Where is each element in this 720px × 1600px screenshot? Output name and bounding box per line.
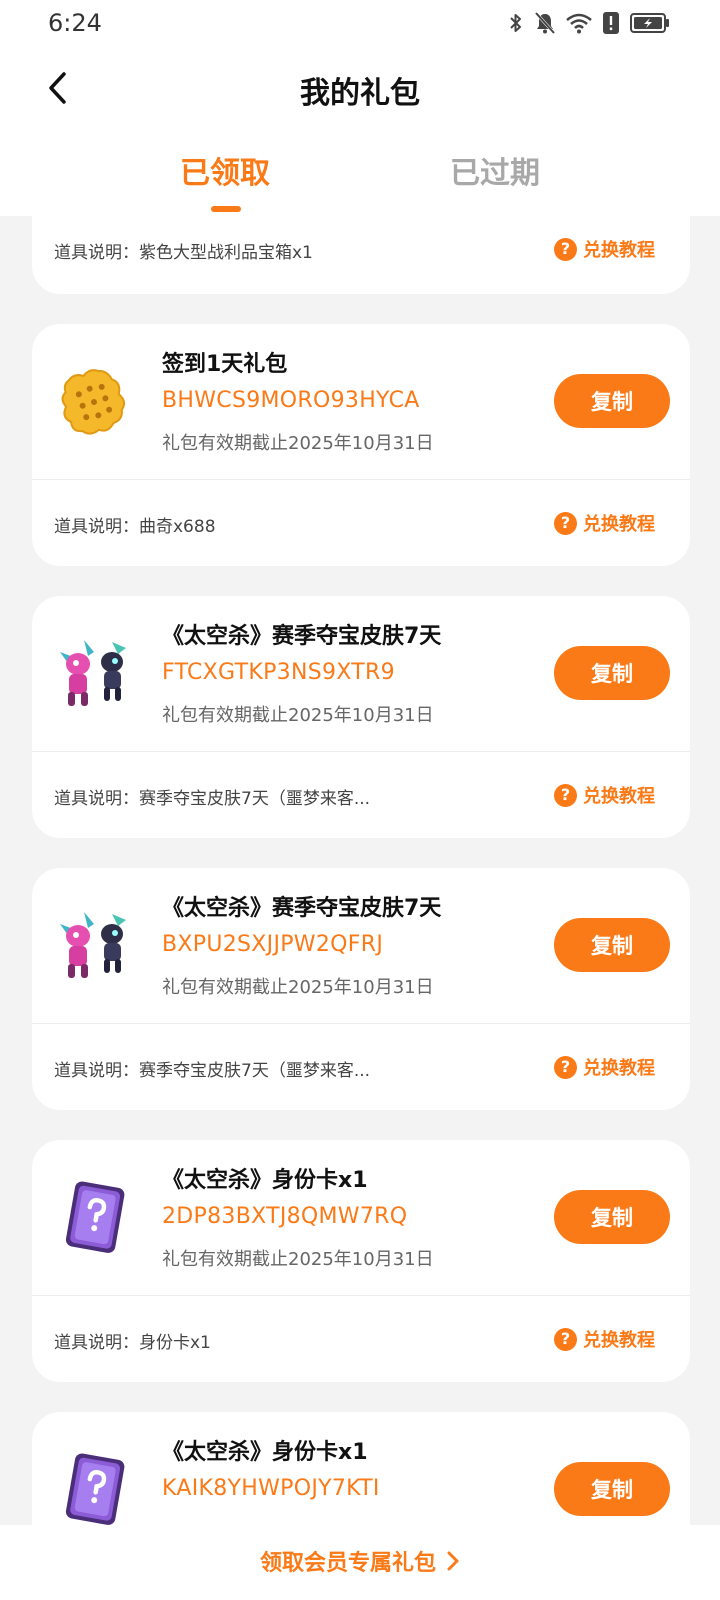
gift-card-partial: 道具说明：紫色大型战利品宝箱x1 ? 兑换教程 bbox=[32, 216, 690, 294]
item-description: 道具说明：曲奇x688 bbox=[54, 512, 216, 537]
help-icon: ? bbox=[554, 237, 577, 261]
item-description-label: 道具说明： bbox=[54, 517, 139, 537]
gift-card: 《太空杀》赛季夺宝皮肤7天 BXPU2SXJJPW2QFRJ 礼包有效期截止20… bbox=[32, 868, 690, 1110]
card-footer: 道具说明：紫色大型战利品宝箱x1 ? 兑换教程 bbox=[32, 216, 690, 294]
gift-title: 《太空杀》身份卡x1 bbox=[162, 1168, 368, 1193]
item-description-label: 道具说明： bbox=[54, 1333, 139, 1353]
gift-card: 签到1天礼包 BHWCS9MORO93HYCA 礼包有效期截止2025年10月3… bbox=[32, 324, 690, 566]
copy-button[interactable]: 复制 bbox=[554, 374, 670, 428]
tab-received[interactable]: 已领取 bbox=[125, 148, 325, 192]
gift-card: 《太空杀》身份卡x1 KAIK8YHWPOJY7KTI 复制 bbox=[32, 1412, 690, 1525]
card-footer: 道具说明：赛季夺宝皮肤7天（噩梦来客... ? 兑换教程 bbox=[32, 1024, 690, 1112]
item-description-value: 身份卡x1 bbox=[139, 1333, 211, 1353]
item-description-value: 紫色大型战利品宝箱x1 bbox=[139, 243, 313, 263]
battery-charging-icon bbox=[630, 13, 669, 33]
help-icon: ? bbox=[554, 1327, 577, 1351]
item-description: 道具说明：紫色大型战利品宝箱x1 bbox=[54, 238, 313, 263]
status-icons bbox=[508, 10, 670, 36]
active-tab-indicator bbox=[211, 206, 241, 212]
redeem-tutorial-link[interactable]: ? 兑换教程 bbox=[554, 509, 655, 537]
item-description-label: 道具说明： bbox=[54, 789, 139, 809]
gift-card: 《太空杀》赛季夺宝皮肤7天 FTCXGTKP3NS9XTR9 礼包有效期截止20… bbox=[32, 596, 690, 838]
vip-gift-link[interactable]: 领取会员专属礼包 bbox=[0, 1545, 720, 1577]
gift-code: 2DP83BXTJ8QMW7RQ bbox=[162, 1204, 408, 1229]
help-icon: ? bbox=[554, 1055, 577, 1079]
page-title: 我的礼包 bbox=[300, 76, 420, 111]
redeem-tutorial-label: 兑换教程 bbox=[583, 514, 655, 535]
redeem-tutorial-link[interactable]: ? 兑换教程 bbox=[554, 781, 655, 809]
gift-card: 《太空杀》身份卡x1 2DP83BXTJ8QMW7RQ 礼包有效期截止2025年… bbox=[32, 1140, 690, 1382]
top-bar: 我的礼包 bbox=[0, 56, 720, 120]
gift-validity: 礼包有效期截止2025年10月31日 bbox=[162, 705, 434, 726]
item-description: 道具说明：赛季夺宝皮肤7天（噩梦来客... bbox=[54, 784, 370, 809]
help-icon: ? bbox=[554, 511, 577, 535]
card-main: 《太空杀》身份卡x1 KAIK8YHWPOJY7KTI 复制 bbox=[32, 1412, 690, 1525]
gift-code: KAIK8YHWPOJY7KTI bbox=[162, 1476, 380, 1501]
redeem-tutorial-link[interactable]: ? 兑换教程 bbox=[554, 1053, 655, 1081]
bottom-bar: 领取会员专属礼包 bbox=[0, 1525, 720, 1600]
gift-title: 签到1天礼包 bbox=[162, 352, 288, 377]
skin-characters-icon bbox=[54, 634, 134, 714]
gift-code: FTCXGTKP3NS9XTR9 bbox=[162, 660, 395, 685]
gift-list[interactable]: 道具说明：紫色大型战利品宝箱x1 ? 兑换教程 签到1天礼包 BHWCS9MOR… bbox=[0, 216, 720, 1525]
gift-code: BXPU2SXJJPW2QFRJ bbox=[162, 932, 384, 957]
redeem-tutorial-link[interactable]: ? 兑换教程 bbox=[554, 1325, 655, 1353]
card-main: 《太空杀》身份卡x1 2DP83BXTJ8QMW7RQ 礼包有效期截止2025年… bbox=[32, 1140, 690, 1296]
item-description-value: 曲奇x688 bbox=[139, 517, 216, 537]
copy-button[interactable]: 复制 bbox=[554, 918, 670, 972]
cookie-icon bbox=[54, 362, 134, 442]
redeem-tutorial-label: 兑换教程 bbox=[583, 786, 655, 807]
redeem-tutorial-label: 兑换教程 bbox=[583, 1058, 655, 1079]
redeem-tutorial-link[interactable]: ? 兑换教程 bbox=[554, 235, 655, 263]
copy-button[interactable]: 复制 bbox=[554, 646, 670, 700]
card-footer: 道具说明：身份卡x1 ? 兑换教程 bbox=[32, 1296, 690, 1384]
item-description: 道具说明：赛季夺宝皮肤7天（噩梦来客... bbox=[54, 1056, 370, 1081]
copy-button[interactable]: 复制 bbox=[554, 1190, 670, 1244]
copy-button[interactable]: 复制 bbox=[554, 1462, 670, 1516]
gift-title: 《太空杀》赛季夺宝皮肤7天 bbox=[162, 896, 442, 921]
skin-characters-icon bbox=[54, 906, 134, 986]
gift-validity: 礼包有效期截止2025年10月31日 bbox=[162, 433, 434, 454]
wifi-icon bbox=[566, 13, 592, 34]
gift-code: BHWCS9MORO93HYCA bbox=[162, 388, 420, 413]
gift-validity: 礼包有效期截止2025年10月31日 bbox=[162, 977, 434, 998]
card-main: 《太空杀》赛季夺宝皮肤7天 FTCXGTKP3NS9XTR9 礼包有效期截止20… bbox=[32, 596, 690, 752]
redeem-tutorial-label: 兑换教程 bbox=[583, 240, 655, 261]
card-footer: 道具说明：赛季夺宝皮肤7天（噩梦来客... ? 兑换教程 bbox=[32, 752, 690, 840]
tab-bar: 已领取 已过期 bbox=[0, 148, 720, 216]
help-icon: ? bbox=[554, 783, 577, 807]
item-description: 道具说明：身份卡x1 bbox=[54, 1328, 211, 1353]
bell-off-icon bbox=[534, 11, 556, 35]
vip-gift-label: 领取会员专属礼包 bbox=[259, 1551, 436, 1576]
gift-validity: 礼包有效期截止2025年10月31日 bbox=[162, 1249, 434, 1270]
card-main: 签到1天礼包 BHWCS9MORO93HYCA 礼包有效期截止2025年10月3… bbox=[32, 324, 690, 480]
item-description-label: 道具说明： bbox=[54, 1061, 139, 1081]
item-description-value: 赛季夺宝皮肤7天（噩梦来客... bbox=[139, 1061, 371, 1081]
header: 6:24 我的礼包 已领取 已过期 bbox=[0, 0, 720, 216]
gift-title: 《太空杀》身份卡x1 bbox=[162, 1440, 368, 1465]
card-main: 《太空杀》赛季夺宝皮肤7天 BXPU2SXJJPW2QFRJ 礼包有效期截止20… bbox=[32, 868, 690, 1024]
status-bar: 6:24 bbox=[0, 0, 720, 46]
gift-title: 《太空杀》赛季夺宝皮肤7天 bbox=[162, 624, 442, 649]
chevron-right-icon bbox=[447, 1551, 459, 1571]
tab-expired[interactable]: 已过期 bbox=[395, 148, 595, 192]
alert-icon bbox=[603, 12, 619, 34]
status-time: 6:24 bbox=[48, 9, 102, 37]
item-description-value: 赛季夺宝皮肤7天（噩梦来客... bbox=[139, 789, 371, 809]
mystery-card-icon bbox=[54, 1450, 134, 1525]
mystery-card-icon bbox=[54, 1178, 134, 1258]
bluetooth-icon bbox=[510, 14, 521, 32]
card-footer: 道具说明：曲奇x688 ? 兑换教程 bbox=[32, 480, 690, 568]
redeem-tutorial-label: 兑换教程 bbox=[583, 1330, 655, 1351]
item-description-label: 道具说明： bbox=[54, 243, 139, 263]
